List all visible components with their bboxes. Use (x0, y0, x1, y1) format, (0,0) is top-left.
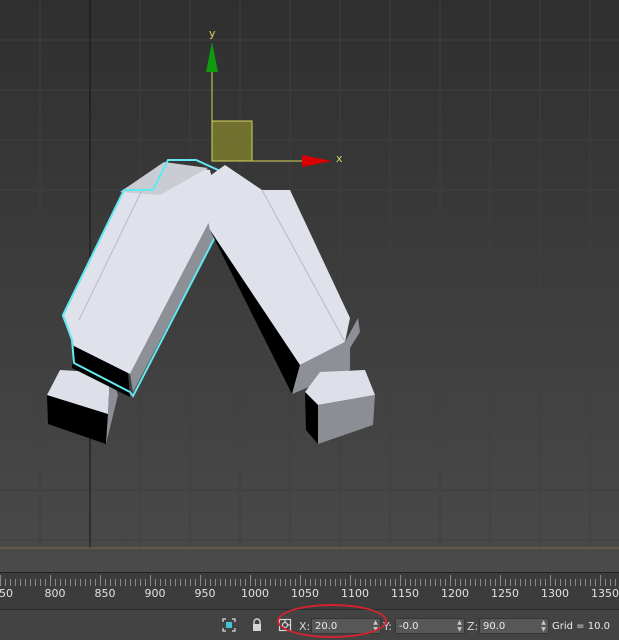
status-bar: X: 20.0 ▲ ▼ Y: -0.0 ▲ ▼ Z: 90.0 ▲ ▼ Grid = … (0, 609, 619, 640)
y-spinner-icon[interactable]: ▲ ▼ (456, 619, 463, 633)
3d-viewport[interactable]: y x (0, 0, 619, 572)
absolute-offset-mode-icon[interactable] (278, 618, 292, 632)
z-spinner-icon[interactable]: ▲ ▼ (540, 619, 547, 633)
ruler-tick-label: 1300 (541, 587, 569, 600)
xy-plane-handle[interactable] (211, 120, 253, 162)
x-axis-label: x (336, 152, 343, 165)
grid-size-readout: Grid = 10.0 (552, 621, 610, 632)
ruler-ticks (0, 575, 616, 586)
ruler-tick-label: 1250 (491, 587, 519, 600)
viewport-scene[interactable]: y x (0, 0, 619, 572)
ruler-tick-label: 950 (194, 587, 216, 600)
y-coordinate-field[interactable]: -0.0 (395, 618, 465, 634)
ruler-tick-label: 1150 (391, 587, 419, 600)
time-slider-ruler[interactable]: 50 800 850 900 950 1000 1050 1100 1150 1200 1250 13… (0, 572, 619, 610)
ruler-tick-label: 1200 (441, 587, 469, 600)
ruler-tick-label: 1100 (341, 587, 369, 600)
ruler-tick-label: 800 (44, 587, 66, 600)
ruler-tick-label: 50 (0, 587, 13, 600)
x-coordinate-field[interactable]: 20.0 (311, 618, 381, 634)
z-coordinate-label: Z: (467, 620, 479, 633)
y-coordinate-label: Y: (383, 620, 392, 633)
y-axis-label: y (209, 27, 216, 40)
isolate-selection-icon[interactable] (222, 618, 236, 632)
ruler-tick-label: 1350 (591, 587, 619, 600)
ruler-tick-label: 900 (144, 587, 166, 600)
ruler-tick-label: 1000 (241, 587, 269, 600)
ruler-tick-label: 1050 (291, 587, 319, 600)
lock-selection-icon[interactable] (250, 618, 264, 632)
x-spinner-icon[interactable]: ▲ ▼ (372, 619, 379, 633)
x-coordinate-label: X: (299, 620, 311, 633)
ruler-tick-label: 850 (94, 587, 116, 600)
z-coordinate-field[interactable]: 90.0 (479, 618, 549, 634)
